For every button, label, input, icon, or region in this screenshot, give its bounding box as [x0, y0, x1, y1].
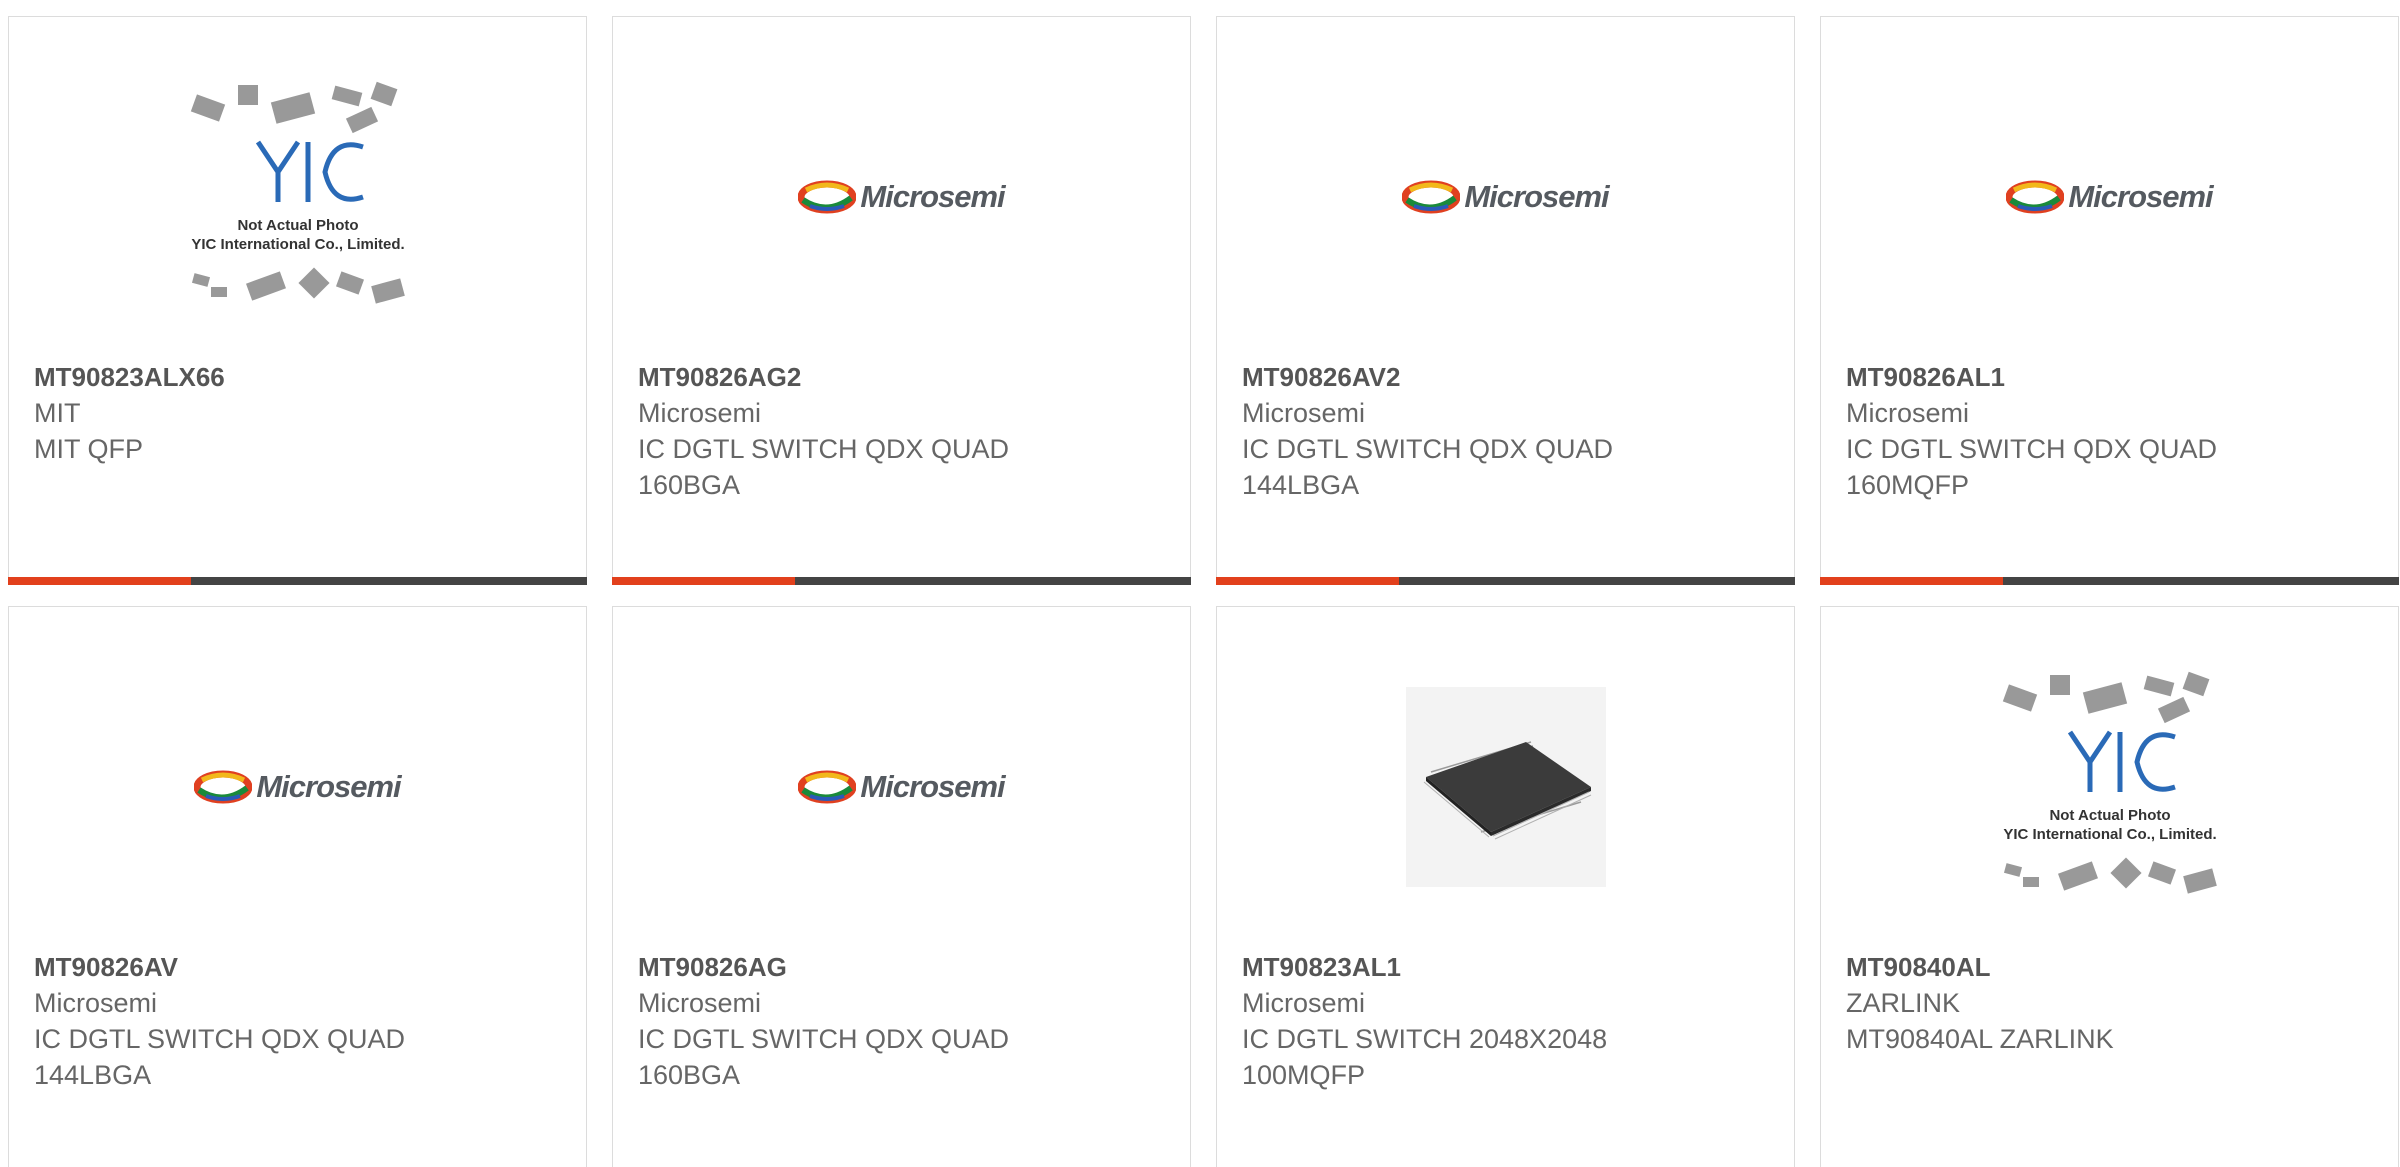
logo-text: Microsemi: [256, 769, 401, 804]
product-card[interactable]: Not Actual Photo YIC International Co., …: [1820, 606, 2399, 1167]
package: 144LBGA: [1242, 470, 1360, 500]
chip-photo: [1405, 687, 1606, 887]
svg-text:YIC International Co., Limited: YIC International Co., Limited.: [2003, 826, 2216, 843]
microsemi-logo: Microsemi: [2006, 179, 2214, 215]
card-footer-bar: [612, 577, 1191, 585]
description: IC DGTL SWITCH 2048X2048: [1242, 1024, 1608, 1054]
description: IC DGTL SWITCH QDX QUAD: [34, 1024, 406, 1054]
product-card[interactable]: Microsemi MT90826AG2 Microsemi IC DGTL S…: [612, 16, 1191, 585]
package: 160BGA: [638, 470, 741, 500]
package: 160BGA: [638, 1060, 741, 1090]
svg-text:YIC International Co., Limited: YIC International Co., Limited.: [191, 236, 404, 253]
card-footer-bar: [8, 577, 587, 585]
product-card[interactable]: Not Actual Photo YIC International Co., …: [8, 16, 587, 585]
product-card[interactable]: MT90823AL1 Microsemi IC DGTL SWITCH 2048…: [1216, 606, 1795, 1167]
package: 100MQFP: [1242, 1060, 1366, 1090]
brand-name: Microsemi: [34, 988, 158, 1018]
accent-bar: [612, 577, 795, 585]
microsemi-swirl-icon: [798, 770, 857, 804]
product-info: MT90826AL1 Microsemi IC DGTL SWITCH QDX …: [1846, 359, 2378, 503]
product-image[interactable]: [1371, 687, 1641, 887]
card-footer-bar: [1820, 577, 2399, 585]
microsemi-swirl-icon: [2006, 180, 2065, 214]
product-info: MT90840AL ZARLINK MT90840AL ZARLINK: [1846, 949, 2378, 1057]
description: IC DGTL SWITCH QDX QUAD: [1846, 434, 2218, 464]
product-image[interactable]: Microsemi: [1371, 97, 1641, 297]
microsemi-logo: Microsemi: [194, 769, 402, 805]
part-number[interactable]: MT90826AV2: [1242, 359, 1774, 395]
microsemi-logo: Microsemi: [798, 769, 1006, 805]
svg-text:Not Actual Photo: Not Actual Photo: [2049, 807, 2170, 824]
microsemi-swirl-icon: [1402, 180, 1461, 214]
logo-text: Microsemi: [860, 179, 1005, 214]
part-number[interactable]: MT90840AL: [1846, 949, 2378, 985]
card-footer-bar: [1216, 577, 1795, 585]
description: IC DGTL SWITCH QDX QUAD: [638, 1024, 1010, 1054]
product-card[interactable]: Microsemi MT90826AL1 Microsemi IC DGTL S…: [1820, 16, 2399, 585]
product-image[interactable]: Microsemi: [767, 97, 1037, 297]
product-card[interactable]: Microsemi MT90826AV2 Microsemi IC DGTL S…: [1216, 16, 1795, 585]
product-info: MT90826AG2 Microsemi IC DGTL SWITCH QDX …: [638, 359, 1170, 503]
package: 144LBGA: [34, 1060, 152, 1090]
part-number[interactable]: MT90826AL1: [1846, 359, 2378, 395]
product-image-placeholder[interactable]: Not Actual Photo YIC International Co., …: [163, 81, 433, 304]
product-image-placeholder[interactable]: Not Actual Photo YIC International Co., …: [1975, 671, 2245, 894]
brand-name: ZARLINK: [1846, 988, 1961, 1018]
microsemi-swirl-icon: [194, 770, 253, 804]
microsemi-swirl-icon: [798, 180, 857, 214]
logo-text: Microsemi: [860, 769, 1005, 804]
part-number[interactable]: MT90826AV: [34, 949, 566, 985]
product-card[interactable]: Microsemi MT90826AG Microsemi IC DGTL SW…: [612, 606, 1191, 1167]
yic-placeholder-icon: Not Actual Photo YIC International Co., …: [190, 81, 405, 304]
brand-name: Microsemi: [1242, 398, 1366, 428]
logo-text: Microsemi: [1464, 179, 1609, 214]
product-grid: Not Actual Photo YIC International Co., …: [0, 0, 2400, 1167]
brand-name: Microsemi: [1242, 988, 1366, 1018]
description: MT90840AL ZARLINK: [1846, 1024, 2114, 1054]
part-number[interactable]: MT90823ALX66: [34, 359, 566, 395]
accent-bar: [8, 577, 191, 585]
part-number[interactable]: MT90826AG: [638, 949, 1170, 985]
product-image[interactable]: Microsemi: [163, 687, 433, 887]
product-info: MT90826AV2 Microsemi IC DGTL SWITCH QDX …: [1242, 359, 1774, 503]
microsemi-logo: Microsemi: [798, 179, 1006, 215]
brand-name: Microsemi: [638, 398, 762, 428]
product-info: MT90826AV Microsemi IC DGTL SWITCH QDX Q…: [34, 949, 566, 1093]
description: MIT QFP: [34, 434, 144, 464]
svg-text:Not Actual Photo: Not Actual Photo: [237, 217, 358, 234]
description: IC DGTL SWITCH QDX QUAD: [1242, 434, 1614, 464]
part-number[interactable]: MT90826AG2: [638, 359, 1170, 395]
brand-name: Microsemi: [1846, 398, 1970, 428]
accent-bar: [1820, 577, 2003, 585]
product-image[interactable]: Microsemi: [1975, 97, 2245, 297]
qfp-chip-icon: [1423, 741, 1591, 840]
yic-placeholder-icon: Not Actual Photo YIC International Co., …: [2002, 671, 2217, 894]
brand-name: Microsemi: [638, 988, 762, 1018]
product-card[interactable]: Microsemi MT90826AV Microsemi IC DGTL SW…: [8, 606, 587, 1167]
microsemi-logo: Microsemi: [1402, 179, 1610, 215]
accent-bar: [1216, 577, 1399, 585]
package: 160MQFP: [1846, 470, 1970, 500]
product-image[interactable]: Microsemi: [767, 687, 1037, 887]
description: IC DGTL SWITCH QDX QUAD: [638, 434, 1010, 464]
logo-text: Microsemi: [2068, 179, 2213, 214]
part-number[interactable]: MT90823AL1: [1242, 949, 1774, 985]
product-info: MT90823ALX66 MIT MIT QFP: [34, 359, 566, 467]
product-info: MT90823AL1 Microsemi IC DGTL SWITCH 2048…: [1242, 949, 1774, 1093]
brand-name: MIT: [34, 398, 81, 428]
product-info: MT90826AG Microsemi IC DGTL SWITCH QDX Q…: [638, 949, 1170, 1093]
